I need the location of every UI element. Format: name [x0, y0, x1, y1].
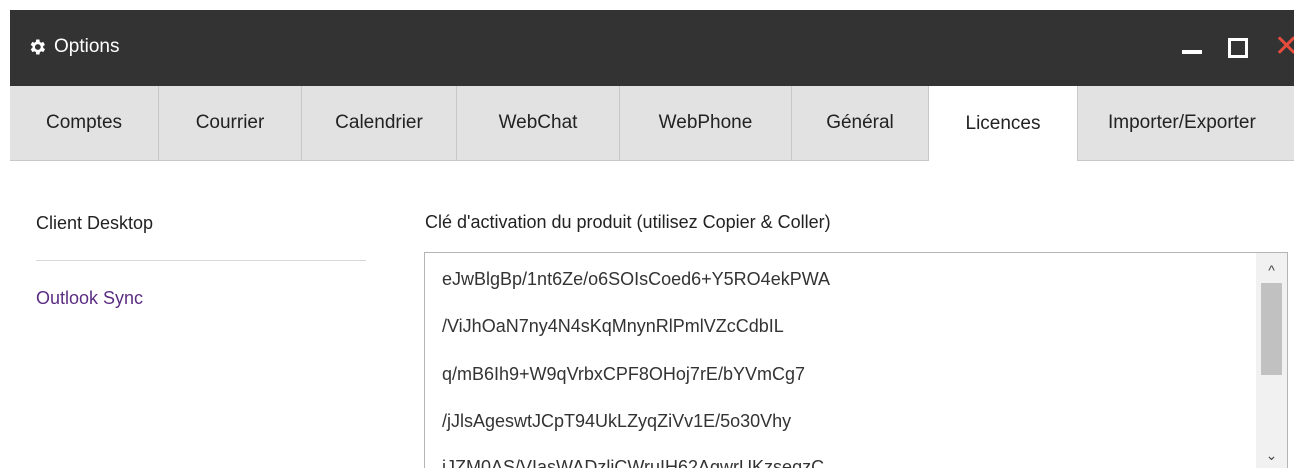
- tab-bar: Comptes Courrier Calendrier WebChat WebP…: [10, 86, 1294, 161]
- key-line: q/mB6Ih9+W9qVrbxCPF8OHoj7rE/bYVmCg7: [442, 364, 805, 384]
- scrollbar-thumb[interactable]: [1261, 283, 1282, 375]
- window-title: Options: [54, 36, 120, 57]
- activation-key-label: Clé d'activation du produit (utilisez Co…: [425, 212, 831, 232]
- tab-webchat[interactable]: WebChat: [457, 86, 620, 160]
- scroll-down-icon[interactable]: ⌄: [1256, 441, 1287, 468]
- key-line: eJwBlgBp/1nt6Ze/o6SOIsCoed6+Y5RO4ekPWA: [442, 269, 831, 289]
- tab-licences[interactable]: Licences: [929, 86, 1078, 161]
- tab-importer-exporter[interactable]: Importer/Exporter: [1078, 86, 1294, 160]
- scroll-up-icon[interactable]: ^: [1256, 256, 1287, 284]
- key-line: /jJlsAgeswtJCpT94UkLZyqZiVv1E/5o30Vhy: [442, 411, 792, 431]
- activation-key-textarea[interactable]: eJwBlgBp/1nt6Ze/o6SOIsCoed6+Y5RO4ekPWA /…: [424, 252, 1288, 468]
- tab-webphone[interactable]: WebPhone: [620, 86, 792, 160]
- tab-comptes[interactable]: Comptes: [10, 86, 159, 160]
- close-button[interactable]: ✕: [1274, 32, 1294, 62]
- tab-courrier[interactable]: Courrier: [159, 86, 302, 160]
- sidebar-item-client-desktop[interactable]: Client Desktop: [36, 213, 153, 234]
- title-bar: Options ✕: [10, 10, 1294, 86]
- tab-calendrier[interactable]: Calendrier: [302, 86, 457, 160]
- maximize-button[interactable]: [1228, 38, 1248, 58]
- gear-icon: [30, 39, 45, 55]
- sidebar-item-outlook-sync[interactable]: Outlook Sync: [36, 288, 143, 309]
- vertical-scrollbar[interactable]: ^ ⌄: [1256, 253, 1287, 468]
- key-line: /ViJhOaN7ny4N4sKqMnynRlPmlVZcCdbIL: [442, 316, 784, 336]
- sidebar-divider: [36, 260, 366, 261]
- tab-general[interactable]: Général: [792, 86, 929, 160]
- key-line: iJZM0AS/VIasWADzliCWruIH62AgwrUKzseqzC: [442, 457, 825, 468]
- minimize-button[interactable]: [1182, 50, 1202, 54]
